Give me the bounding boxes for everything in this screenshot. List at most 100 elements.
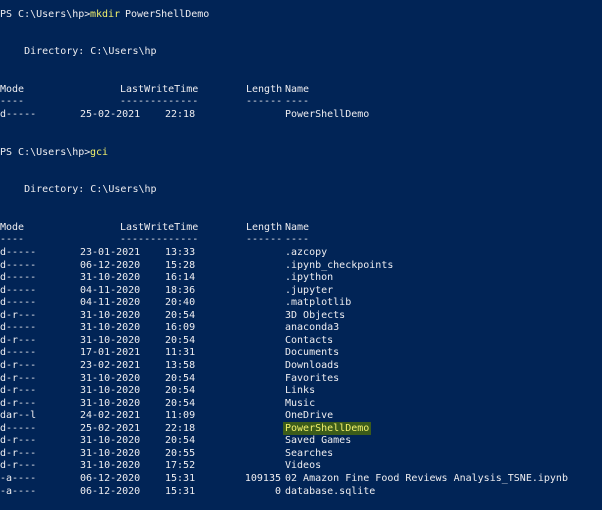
row-time: 15:28 [165,259,196,271]
row-mode: d-r--- [0,447,37,459]
underline-mode: ---- [0,234,25,245]
row-mode: d----- [0,272,37,284]
row-name: PowerShellDemo [285,109,370,120]
row-mode: d-r--- [0,460,37,472]
row-time: 20:54 [165,385,196,397]
row-name: database.sqlite [285,485,376,497]
row-mode: -a---- [0,485,37,497]
row-date: 23-02-2021 [80,359,141,371]
row-mode: d----- [0,422,37,434]
row-name: Favorites [285,372,340,384]
row-name: anaconda3 [285,322,340,334]
underline-length: ------ [246,96,283,107]
row-mode: -a---- [0,472,37,484]
row-mode: d----- [0,109,37,120]
row-mode: d----- [0,297,37,309]
row-time: 15:31 [165,485,196,497]
row-name: .azcopy [285,247,328,258]
prompt: PS C:\Users\hp> [0,9,97,20]
row-time: 13:58 [165,359,196,371]
row-mode: d----- [0,247,37,258]
row-name: Searches [285,447,334,459]
row-date: 31-10-2020 [80,322,141,334]
row-time: 18:36 [165,284,196,296]
row-time: 22:18 [165,109,196,120]
command-args: PowerShellDemo [125,9,210,20]
row-date: 31-10-2020 [80,447,141,459]
row-date: 31-10-2020 [80,272,141,284]
row-time: 20:54 [165,435,196,447]
row-name: .matplotlib [285,297,352,309]
row-mode: d-r--- [0,385,37,397]
row-time: 20:54 [165,334,196,346]
underline-lastwritetime: ------------- [120,96,199,107]
row-time: 11:31 [165,347,196,359]
row-date: 31-10-2020 [80,397,141,409]
row-mode: d-r--- [0,359,37,371]
row-time: 20:54 [165,309,196,321]
row-length: 0 [274,485,281,497]
row-name: Links [285,385,316,397]
row-date: 06-12-2020 [80,472,141,484]
command-name: gci [90,147,109,158]
row-name: PowerShellDemo [283,421,372,435]
row-date: 23-01-2021 [80,247,141,258]
row-name: OneDrive [285,410,334,422]
row-name: 02 Amazon Fine Food Reviews Analysis_TSN… [285,472,568,484]
row-time: 13:33 [165,247,196,258]
row-date: 17-01-2021 [80,347,141,359]
row-time: 20:54 [165,372,196,384]
row-date: 04-11-2020 [80,284,141,296]
table-row: d----- 25-02-2021 22:18 PowerShellDemo [0,108,369,121]
row-name: Documents [285,347,340,359]
row-mode: d-r--- [0,372,37,384]
row-time: 20:55 [165,447,196,459]
row-name: Videos [285,460,322,472]
row-date: 31-10-2020 [80,385,141,397]
row-date: 25-02-2021 [80,109,141,120]
command-line-mkdir: PS C:\Users\hp> mkdir PowerShellDemo [0,8,209,21]
row-mode: d----- [0,347,37,359]
row-date: 06-12-2020 [80,485,141,497]
directory-label: Directory: C:\Users\hp [0,184,157,195]
row-name: Contacts [285,334,334,346]
row-mode: d-r--- [0,334,37,346]
row-mode: d----- [0,322,37,334]
powershell-terminal[interactable]: PS C:\Users\hp> mkdir PowerShellDemo Dir… [0,0,602,510]
row-date: 31-10-2020 [80,372,141,384]
row-time: 20:40 [165,297,196,309]
row-time: 20:54 [165,397,196,409]
row-mode: d----- [0,284,37,296]
row-time: 15:31 [165,472,196,484]
row-mode: d-r--- [0,435,37,447]
underline-mode: ---- [0,96,25,107]
underline-name: ---- [285,96,310,107]
row-time: 16:09 [165,322,196,334]
row-time: 17:52 [165,460,196,472]
prompt: PS C:\Users\hp> [0,147,97,158]
row-length: 109135 [244,472,281,484]
row-name: Downloads [285,359,340,371]
row-name: .ipython [285,272,334,284]
table-header-underline: ---- ------------- ------ ---- [0,233,309,246]
row-time: 16:14 [165,272,196,284]
row-mode: d----- [0,259,37,271]
row-name: Saved Games [285,435,352,447]
row-date: 31-10-2020 [80,435,141,447]
table-header-underline: ---- ------------- ------ ---- [0,95,309,108]
row-date: 25-02-2021 [80,422,141,434]
underline-name: ---- [285,234,310,245]
underline-length: ------ [246,234,283,245]
row-date: 31-10-2020 [80,460,141,472]
underline-lastwritetime: ------------- [120,234,199,245]
row-name: 3D Objects [285,309,346,321]
row-mode: d-r--- [0,397,37,409]
row-date: 31-10-2020 [80,334,141,346]
row-name: .jupyter [285,284,334,296]
command-name: mkdir [90,9,121,20]
row-date: 06-12-2020 [80,259,141,271]
command-line-gci: PS C:\Users\hp> gci [0,146,108,159]
row-name: .ipynb_checkpoints [285,259,394,271]
row-date: 04-11-2020 [80,297,141,309]
row-mode: d-r--- [0,309,37,321]
